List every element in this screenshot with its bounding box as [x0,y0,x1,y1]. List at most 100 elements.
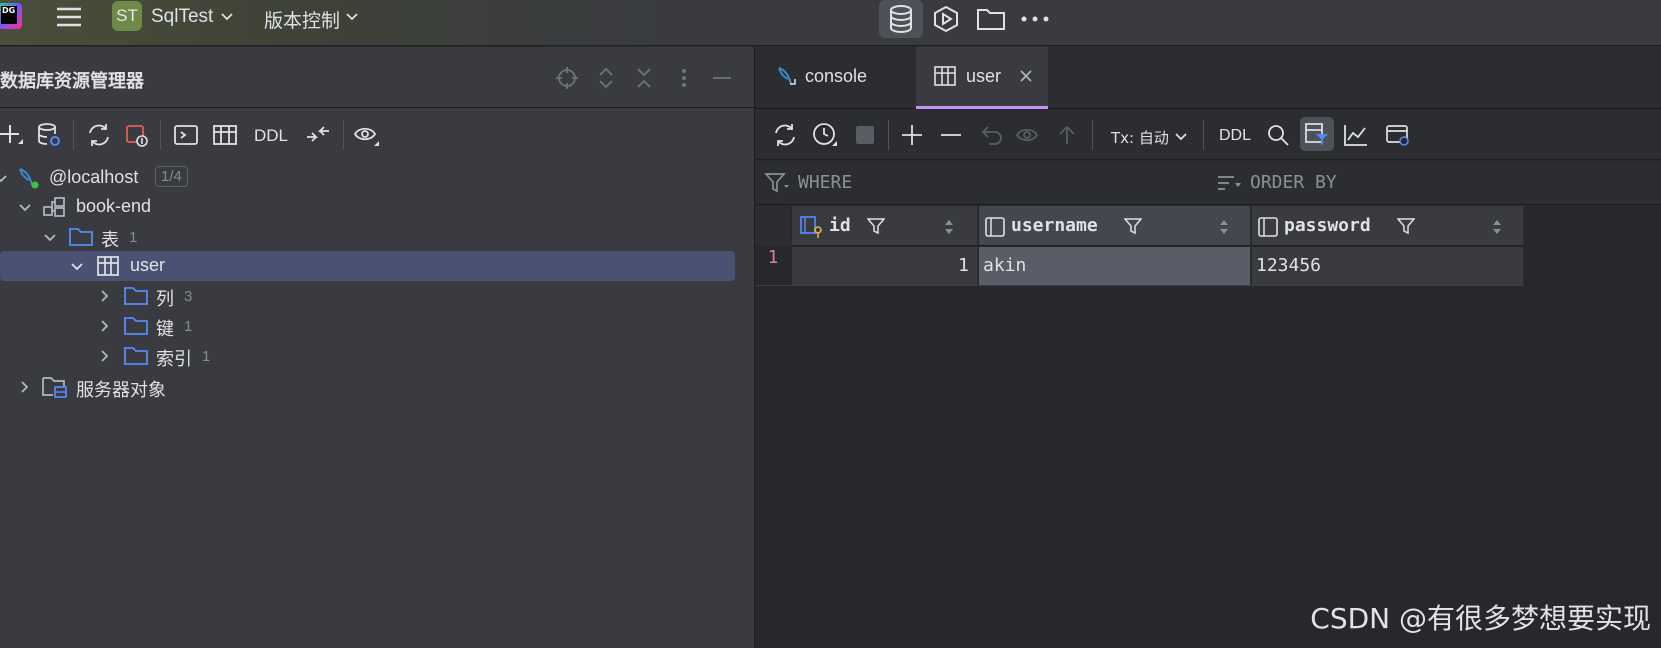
title-bar [0,0,1661,46]
view-settings-icon[interactable] [1385,122,1411,148]
chevron-right-icon[interactable] [98,319,112,333]
app-logo-text: DG [1,6,17,24]
transaction-mode-dropdown[interactable]: Tx: 自动 [1111,127,1169,148]
column-filter-icon[interactable] [1397,217,1415,235]
close-icon[interactable] [1020,70,1032,82]
filter-toggle-button[interactable] [1300,117,1334,151]
sort-icon[interactable] [1216,174,1242,194]
toolbar-separator [73,120,74,150]
tree-node-keys-folder[interactable]: 键 1 [0,311,735,341]
main-menu-icon[interactable] [56,6,82,28]
reload-icon[interactable] [772,122,798,148]
more-icon[interactable] [1013,0,1057,38]
tree-node-tables-folder[interactable]: 表 1 [0,222,735,252]
chevron-down-icon[interactable] [220,10,234,24]
toolbar-separator [1203,120,1204,150]
panel-title: 数据库资源管理器 [0,71,144,92]
column-header-label: username [1011,215,1098,236]
history-icon[interactable] [812,122,838,148]
search-icon[interactable] [1265,122,1291,148]
tab-console[interactable]: console [755,47,916,109]
chevron-right-icon[interactable] [98,289,112,303]
row-number[interactable]: 1 [755,247,791,285]
tree-node-schema[interactable]: book-end [0,192,735,222]
tree-node-table-user[interactable]: user [0,251,735,281]
order-by-input[interactable]: ORDER BY [1250,172,1337,193]
column-filter-icon[interactable] [867,217,885,235]
column-filter-icon[interactable] [1124,217,1142,235]
chevron-down-icon[interactable] [18,201,32,215]
delete-row-icon[interactable] [938,122,964,148]
primary-key-column-icon [800,216,822,238]
table-icon [934,66,956,86]
submit-icon[interactable] [1054,122,1080,148]
sort-toggle-icon[interactable] [944,219,954,235]
table-cell-password[interactable]: 123456 [1252,247,1524,285]
connection-count-badge: 1/4 [155,166,188,187]
minimize-icon[interactable] [710,66,734,90]
locate-icon[interactable] [555,66,579,90]
tree-node-label: user [130,255,166,275]
ddl-button[interactable]: DDL [1219,127,1251,145]
options-icon[interactable] [672,66,696,90]
tree-node-server-objects[interactable]: 服务器对象 [0,372,735,402]
table-icon [97,256,119,276]
watermark: CSDN @有很多梦想要实现 [1310,602,1651,635]
ddl-button[interactable]: DDL [254,126,288,146]
tree-node-indexes-folder[interactable]: 索引 1 [0,341,735,371]
column-header-password[interactable]: password [1252,206,1524,246]
tree-node-columns-folder[interactable]: 列 3 [0,281,735,311]
column-header-id[interactable]: id [792,206,978,246]
filter-icon[interactable] [764,172,790,194]
sort-toggle-icon[interactable] [1219,219,1229,235]
table-view-icon[interactable] [212,122,238,148]
toolbar-separator [343,120,344,150]
collapse-all-icon[interactable] [632,66,656,90]
run-services-icon[interactable] [924,0,968,38]
tree-node-datasource[interactable]: @localhost 1/4 [0,163,735,193]
console-icon[interactable] [173,122,199,148]
add-row-icon[interactable] [899,122,925,148]
view-options-icon[interactable] [354,122,380,148]
add-icon[interactable] [0,122,24,148]
column-icon [1258,217,1278,237]
project-name[interactable]: SqlTest [151,6,213,28]
column-header-label: password [1284,215,1371,236]
disconnect-icon[interactable] [124,122,150,148]
sort-toggle-icon[interactable] [1492,219,1502,235]
preview-changes-icon[interactable] [1016,122,1042,148]
tree-node-label: 键 [156,319,174,339]
grid-bottom-border [755,285,1524,286]
tree-node-label: 服务器对象 [76,380,166,400]
folder-icon [69,228,93,246]
database-icon[interactable] [879,0,923,38]
chevron-down-icon[interactable] [1174,130,1188,144]
compare-icon[interactable] [305,122,331,148]
revert-icon[interactable] [978,122,1004,148]
chevron-right-icon[interactable] [98,349,112,363]
app-logo[interactable]: DG [0,3,22,29]
stop-icon[interactable] [852,122,878,148]
chevron-right-icon[interactable] [18,380,32,394]
chevron-down-icon[interactable] [0,172,8,186]
tab-label: console [805,66,868,86]
where-input[interactable]: WHERE [798,172,852,193]
chevron-down-icon[interactable] [345,10,359,24]
column-header-username[interactable]: username [979,206,1251,246]
folder-icon[interactable] [969,0,1013,38]
table-cell-id[interactable]: 1 [792,247,978,285]
vcs-menu[interactable]: 版本控制 [264,6,340,33]
chart-icon[interactable] [1343,122,1369,148]
schema-icon [43,197,65,217]
tree-node-label: @localhost [49,167,139,187]
project-badge[interactable]: ST [112,1,142,31]
datasource-properties-icon[interactable] [36,122,62,148]
chevron-down-icon[interactable] [70,260,84,274]
chevron-down-icon[interactable] [43,231,57,245]
table-cell-username[interactable]: akin [979,247,1251,285]
grid-corner [755,206,791,246]
expand-all-icon[interactable] [594,66,618,90]
datasource-icon [19,168,39,189]
tab-user[interactable]: user [916,47,1048,109]
refresh-icon[interactable] [86,122,112,148]
